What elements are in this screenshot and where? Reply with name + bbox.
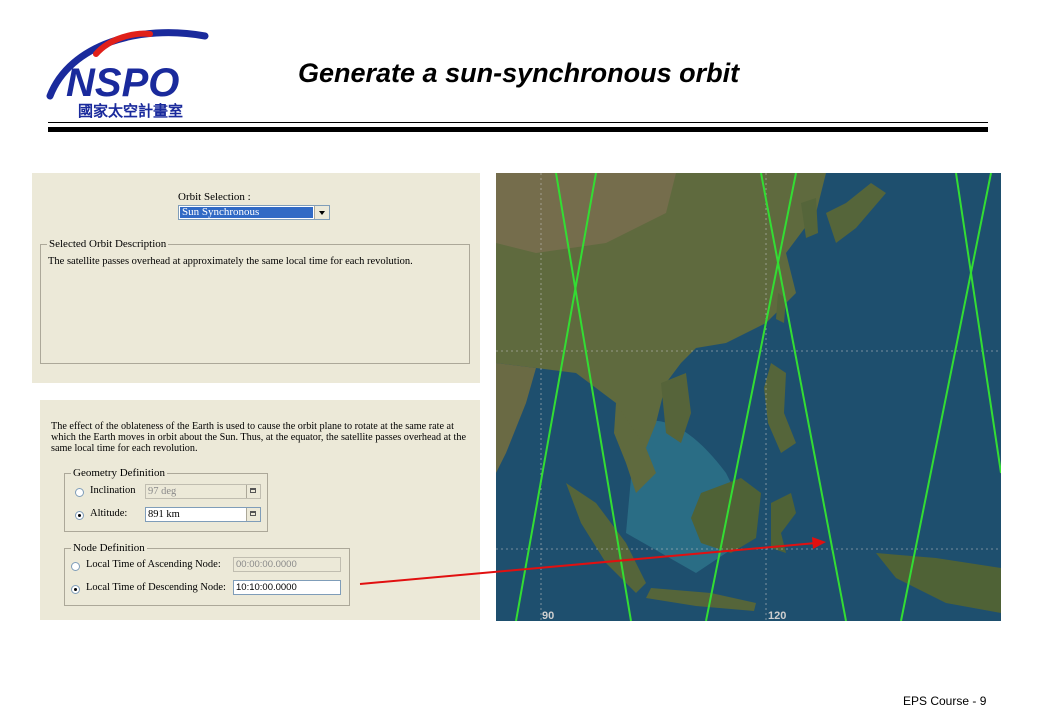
- geometry-legend: Geometry Definition: [71, 467, 167, 479]
- inclination-radio[interactable]: [75, 488, 84, 497]
- descending-node-field[interactable]: 10:10:00.0000: [233, 580, 341, 595]
- orbit-selection-dropdown[interactable]: Sun Synchronous: [178, 205, 330, 220]
- descending-node-value: 10:10:00.0000: [236, 582, 297, 593]
- chevron-down-icon[interactable]: [314, 206, 329, 219]
- inclination-field[interactable]: 97 deg: [145, 484, 261, 499]
- nspo-logo: NSPO 國家太空計畫室: [46, 29, 209, 120]
- logo-wordmark: NSPO: [66, 61, 179, 105]
- inclination-value: 97 deg: [148, 486, 177, 497]
- descending-node-label: Local Time of Descending Node:: [86, 582, 226, 593]
- description-text: The satellite passes overhead at approxi…: [48, 256, 413, 267]
- orbit-selection-value: Sun Synchronous: [180, 207, 313, 218]
- slide-footer: EPS Course - 9: [903, 694, 987, 708]
- orbit-selection-label: Orbit Selection :: [178, 191, 251, 203]
- slide-title: Generate a sun-synchronous orbit: [298, 58, 740, 88]
- geometry-definition-group: Geometry Definition Inclination 97 deg A…: [64, 467, 268, 532]
- inclination-label: Inclination: [90, 485, 136, 496]
- node-legend: Node Definition: [71, 542, 147, 554]
- ascending-node-field[interactable]: 00:00:00.0000: [233, 557, 341, 572]
- altitude-radio[interactable]: [75, 511, 84, 520]
- logo-subtitle: 國家太空計畫室: [78, 102, 183, 120]
- ascending-node-radio[interactable]: [71, 562, 80, 571]
- altitude-value: 891 km: [148, 509, 180, 520]
- longitude-label-90: 90: [542, 610, 554, 621]
- oblateness-effect-text: The effect of the oblateness of the Eart…: [51, 421, 467, 454]
- unit-selector-icon[interactable]: [246, 485, 260, 498]
- title-divider-thick: [48, 127, 988, 132]
- sun-sync-definition-panel: The effect of the oblateness of the Eart…: [40, 400, 480, 620]
- altitude-label: Altitude:: [90, 508, 128, 519]
- ground-track-map[interactable]: 90 120: [496, 173, 1001, 621]
- title-divider-thin: [48, 122, 988, 123]
- ascending-node-value: 00:00:00.0000: [236, 559, 297, 570]
- description-legend: Selected Orbit Description: [47, 238, 169, 250]
- ascending-node-label: Local Time of Ascending Node:: [86, 559, 221, 570]
- unit-selector-icon[interactable]: [246, 508, 260, 521]
- longitude-label-120: 120: [768, 610, 786, 621]
- altitude-field[interactable]: 891 km: [145, 507, 261, 522]
- node-definition-group: Node Definition Local Time of Ascending …: [64, 542, 350, 606]
- orbit-selection-panel: Orbit Selection : Sun Synchronous Select…: [32, 173, 480, 383]
- selected-orbit-description-group: Selected Orbit Description The satellite…: [40, 238, 470, 364]
- descending-node-radio[interactable]: [71, 585, 80, 594]
